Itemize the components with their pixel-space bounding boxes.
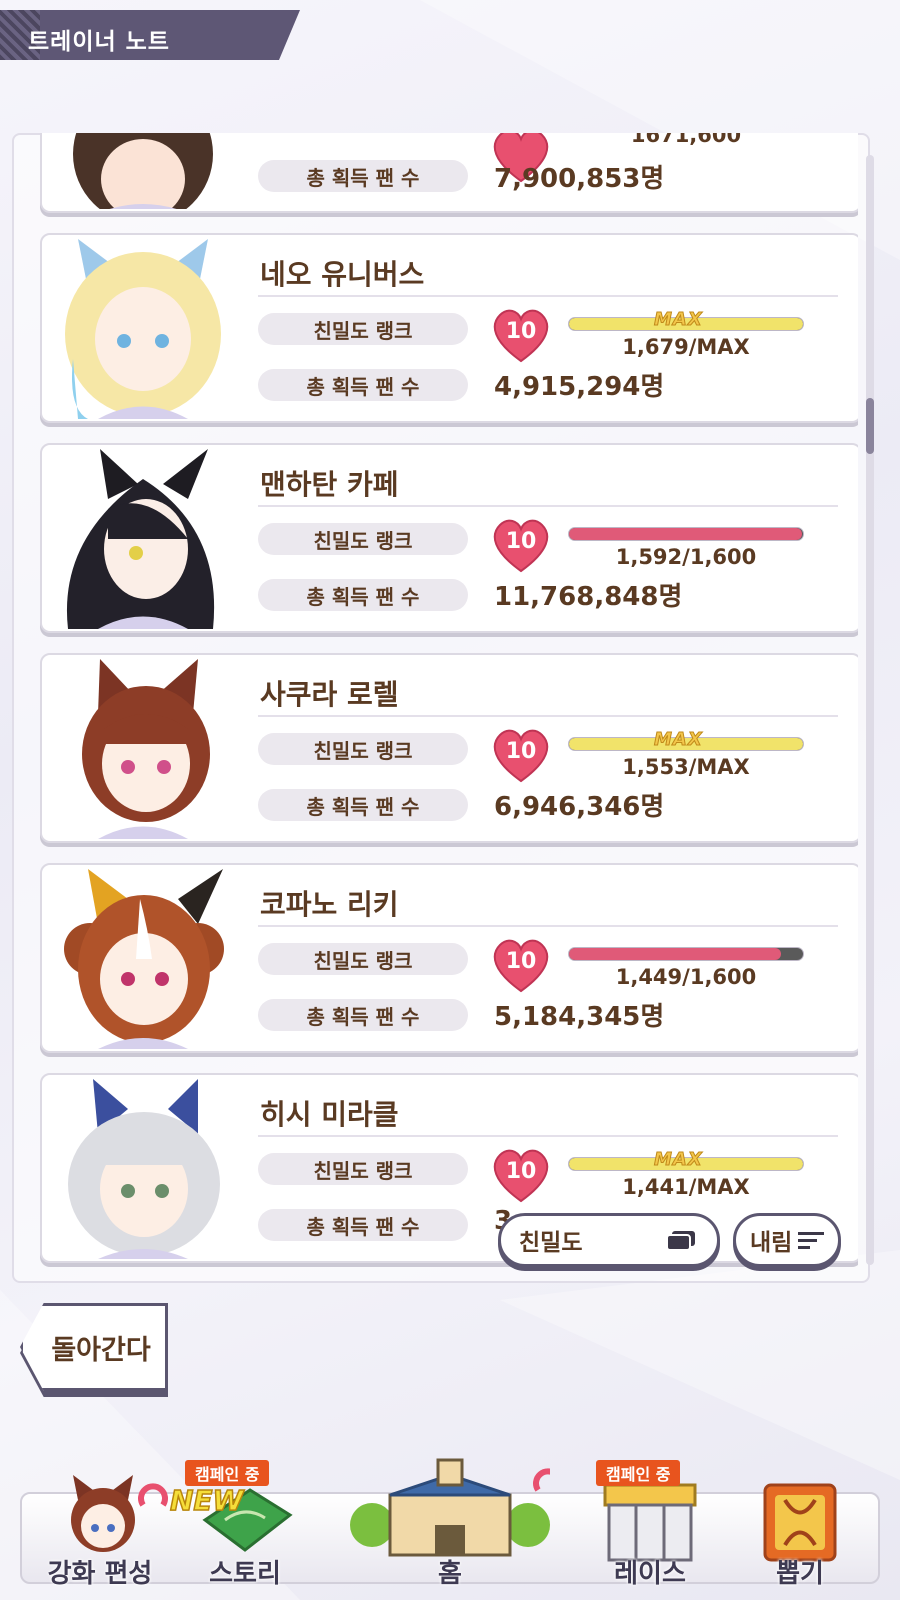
affinity-rank-label: 친밀도 랭크 (258, 1153, 468, 1185)
character-list[interactable]: 1671,600 총 획득 팬 수 7,900,853명 네오 유니버스 친밀도… (12, 133, 858, 1268)
cards-icon (666, 1231, 695, 1251)
character-chibi-icon (71, 1475, 168, 1552)
fans-value: 11,768,848명 (494, 582, 683, 612)
character-portrait (48, 1079, 238, 1259)
nav-label: 홈 (438, 1559, 462, 1589)
affinity-rank-label: 친밀도 랭크 (258, 943, 468, 975)
fans-label: 총 획득 팬 수 (258, 1209, 468, 1241)
divider (258, 715, 838, 717)
fans-value: 4,915,294명 (494, 372, 665, 402)
affinity-progress-bar (568, 947, 804, 961)
affinity-rank-value: 10 (505, 739, 537, 764)
character-name: 네오 유니버스 (260, 258, 425, 291)
character-portrait (48, 239, 238, 419)
fans-value: 5,184,345명 (494, 1002, 665, 1032)
character-portrait (48, 869, 238, 1049)
max-badge: MAX (654, 1149, 703, 1171)
character-portrait (48, 659, 238, 839)
fans-value: 7,900,853명 (494, 164, 665, 194)
character-name: 맨하탄 카페 (260, 468, 399, 501)
scrollbar-track[interactable] (866, 155, 874, 1265)
character-portrait (48, 133, 238, 209)
affinity-progress-text: 1,592/1,600 (615, 545, 757, 569)
nav-label: 강화 편성 (47, 1559, 153, 1589)
sort-order-label: 내림 (750, 1230, 793, 1256)
sort-key-button[interactable]: 친밀도 (498, 1213, 720, 1267)
campaign-badge: 캠페인 중 (185, 1460, 270, 1486)
back-button[interactable]: 돌아간다 (20, 1303, 168, 1391)
fans-label: 총 획득 팬 수 (258, 160, 468, 192)
sort-descending-icon (798, 1232, 825, 1249)
affinity-progress-text: 1,553/MAX (622, 755, 750, 779)
affinity-progress-text: 1,441/MAX (622, 1175, 750, 1199)
campaign-badge: 캠페인 중 (596, 1460, 681, 1486)
back-button-label: 돌아간다 (51, 1334, 151, 1366)
list-item-partial[interactable]: 1671,600 총 획득 팬 수 7,900,853명 (40, 133, 858, 213)
nav-label: 레이스 (614, 1559, 686, 1589)
affinity-progress-text: 1,449/1,600 (615, 965, 757, 989)
max-badge: MAX (654, 729, 703, 751)
affinity-rank-label: 친밀도 랭크 (258, 313, 468, 345)
progress-fill (569, 948, 781, 960)
list-item[interactable]: 사쿠라 로렐 친밀도 랭크 10 MAX 1,553/MAX 총 획득 팬 수 … (40, 653, 858, 843)
fans-label: 총 획득 팬 수 (258, 999, 468, 1031)
affinity-rank-value: 10 (505, 529, 537, 554)
character-portrait (48, 449, 238, 629)
screen-header: 트레이너 노트 (0, 10, 300, 60)
list-item[interactable]: 코파노 리키 친밀도 랭크 10 1,449/1,600 총 획득 팬 수 5,… (40, 863, 858, 1053)
sort-key-label: 친밀도 (519, 1230, 583, 1256)
fans-label: 총 획득 팬 수 (258, 579, 468, 611)
nav-label: 뽑기 (776, 1559, 824, 1589)
affinity-rank-value: 10 (505, 1159, 537, 1184)
character-name: 코파노 리키 (260, 888, 399, 921)
fans-label: 총 획득 팬 수 (258, 369, 468, 401)
affinity-rank-label: 친밀도 랭크 (258, 523, 468, 555)
affinity-rank-label: 친밀도 랭크 (258, 733, 468, 765)
fans-label: 총 획득 팬 수 (258, 789, 468, 821)
sort-order-button[interactable]: 내림 (733, 1213, 841, 1267)
divider (258, 925, 838, 927)
divider (258, 505, 838, 507)
nav-label: 스토리 (209, 1559, 281, 1589)
progress-fill (569, 528, 802, 540)
divider (258, 1135, 838, 1137)
max-badge: MAX (654, 309, 703, 331)
fans-value: 6,946,346명 (494, 792, 665, 822)
scrollbar-thumb[interactable] (866, 398, 874, 454)
page-title: 트레이너 노트 (28, 29, 170, 55)
affinity-rank-value: 10 (505, 319, 537, 344)
affinity-progress-bar (568, 527, 804, 541)
new-badge: NEW (169, 1483, 244, 1518)
affinity-rank-value: 10 (505, 949, 537, 974)
character-name: 사쿠라 로렐 (260, 678, 399, 711)
nav-enhance[interactable]: 강화 편성 (30, 1450, 170, 1590)
home-building-icon (350, 1458, 550, 1557)
affinity-progress-text: 1671,600 (630, 133, 742, 147)
affinity-progress-text: 1,679/MAX (622, 335, 750, 359)
divider (258, 295, 838, 297)
character-name: 히시 미라클 (260, 1098, 399, 1131)
list-item[interactable]: 네오 유니버스 친밀도 랭크 10 MAX 1,679/MAX 총 획득 팬 수… (40, 233, 858, 423)
nav-home[interactable]: 홈 (340, 1450, 560, 1590)
nav-gacha[interactable]: 뽑기 (730, 1450, 870, 1590)
list-item[interactable]: 맨하탄 카페 친밀도 랭크 10 1,592/1,600 총 획득 팬 수 11… (40, 443, 858, 633)
